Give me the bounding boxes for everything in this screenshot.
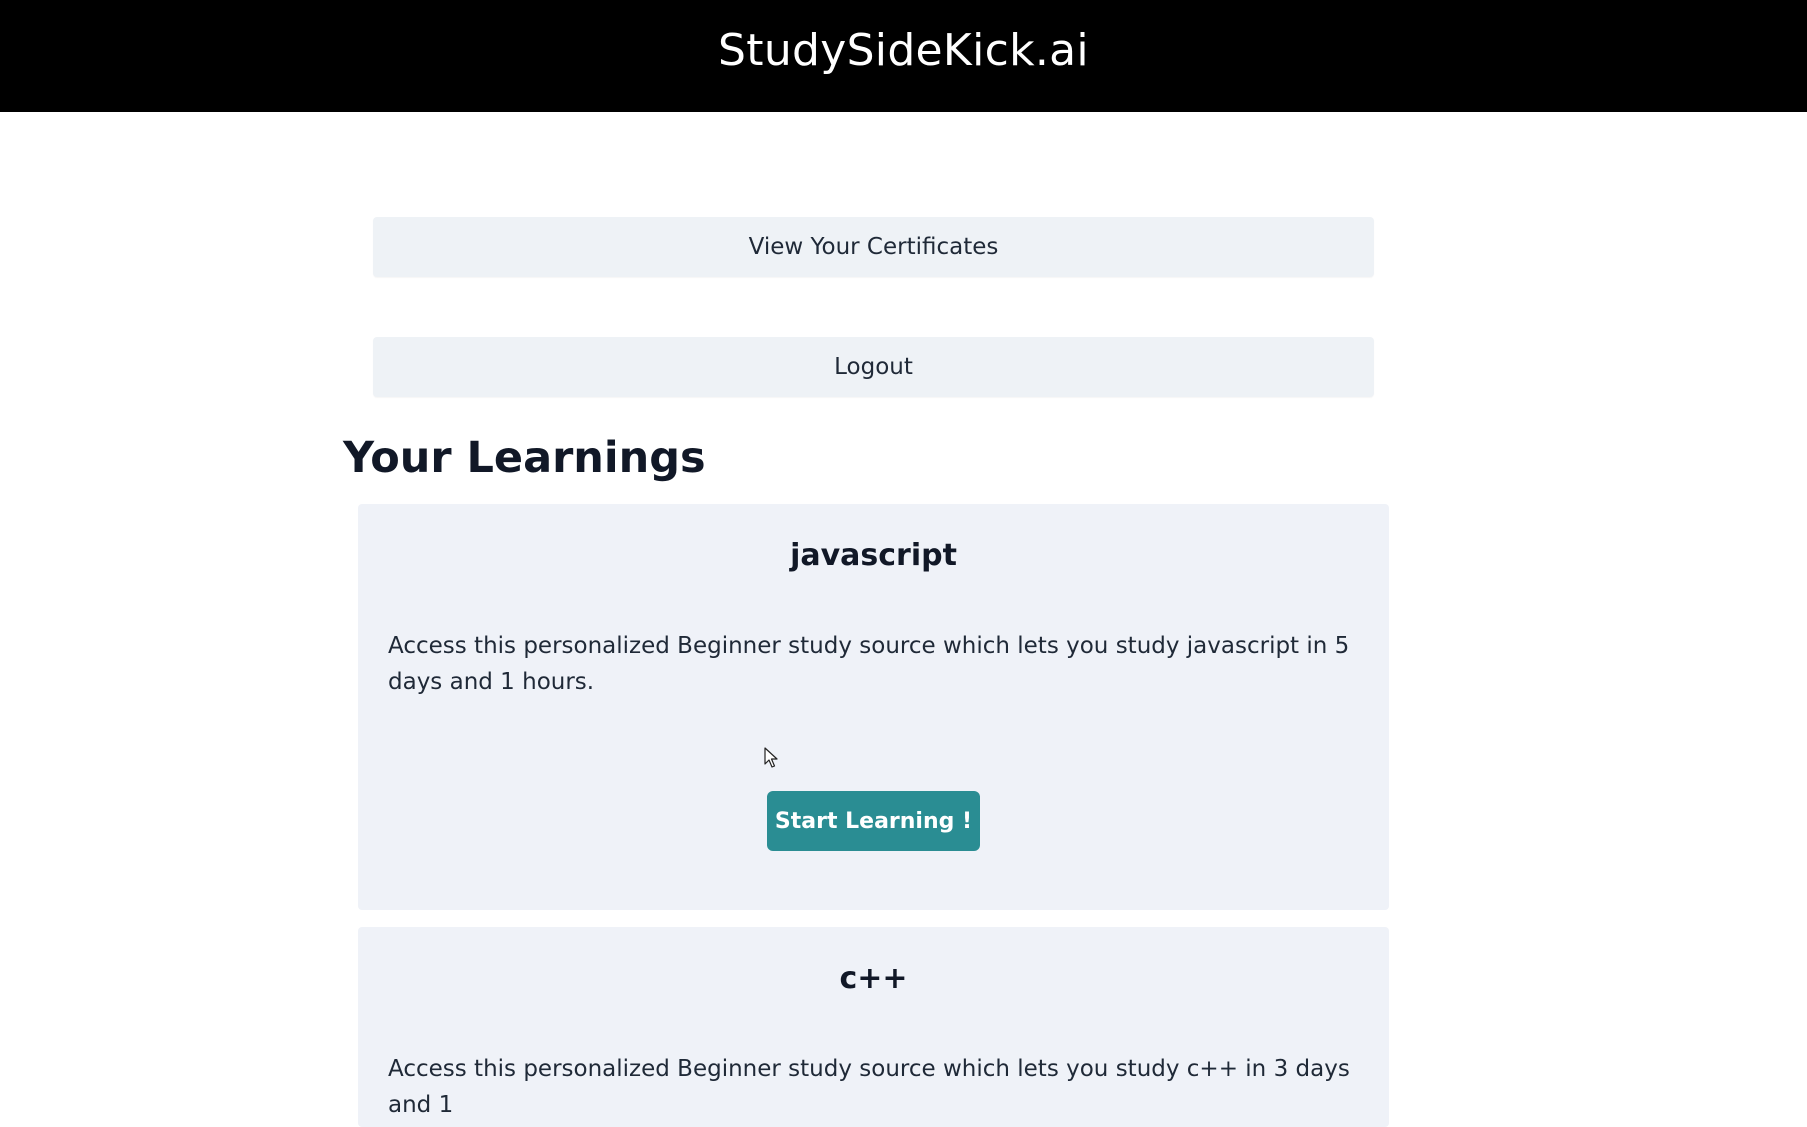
top-header: StudySideKick.ai [0,0,1807,112]
course-description: Access this personalized Beginner study … [388,633,1350,695]
mouse-pointer-icon [764,747,778,768]
course-card: c++ Access this personalized Beginner st… [358,927,1389,1127]
course-title: c++ [839,961,908,996]
start-learning-button[interactable]: Start Learning ! [767,791,980,851]
course-title: javascript [790,538,957,573]
course-card: javascript Access this personalized Begi… [358,504,1389,910]
logout-button[interactable]: Logout [373,337,1374,397]
page-title: Your Learnings [343,433,706,483]
view-certificates-button[interactable]: View Your Certificates [373,217,1374,277]
course-description: Access this personalized Beginner study … [388,1056,1350,1118]
brand-logo-text[interactable]: StudySideKick.ai [718,25,1089,76]
